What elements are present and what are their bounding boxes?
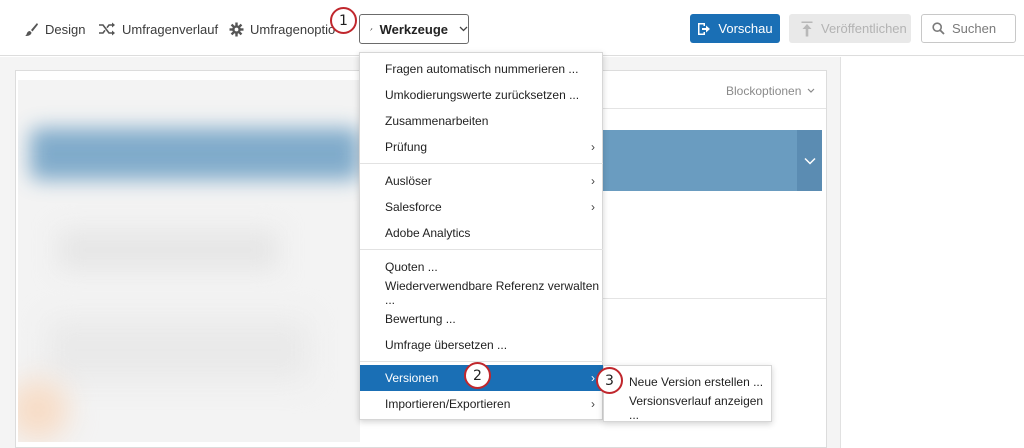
preview-icon	[698, 22, 711, 35]
publish-label: Veröffentlichen	[821, 21, 907, 36]
menu-item-quotas[interactable]: Quoten ...	[360, 254, 603, 280]
chevron-right-icon: ›	[591, 140, 595, 154]
menu-item-collaborate[interactable]: Zusammenarbeiten	[360, 108, 603, 134]
callout-marker-2: 2	[464, 362, 491, 389]
menu-item-salesforce[interactable]: Salesforce ›	[360, 194, 603, 220]
menu-divider	[360, 249, 603, 250]
nav-survey-flow[interactable]: Umfragenverlauf	[98, 20, 218, 38]
question-block-bar[interactable]	[600, 130, 822, 191]
menu-item-scoring[interactable]: Bewertung ...	[360, 306, 603, 332]
menu-item-triggers[interactable]: Auslöser ›	[360, 168, 603, 194]
nav-design-label: Design	[45, 21, 86, 37]
submenu-item-create-version[interactable]: Neue Version erstellen ...	[604, 369, 772, 395]
block-options-button[interactable]: Blockoptionen	[726, 84, 815, 98]
right-panel	[840, 57, 1024, 448]
block-options-label: Blockoptionen	[726, 84, 802, 98]
nav-design[interactable]: Design	[24, 20, 85, 38]
menu-item-import-export[interactable]: Importieren/Exportieren ›	[360, 391, 603, 417]
chevron-right-icon: ›	[591, 200, 595, 214]
nav-survey-options[interactable]: Umfragenoptio	[229, 20, 335, 38]
chevron-down-icon	[807, 88, 815, 93]
callout-marker-1: 1	[330, 7, 357, 34]
paintbrush-icon	[25, 22, 38, 36]
submenu-item-version-history[interactable]: Versionsverlauf anzeigen ...	[604, 394, 772, 422]
callout-marker-3: 3	[596, 367, 623, 394]
menu-item-reset-recode[interactable]: Umkodierungswerte zurücksetzen ...	[360, 82, 603, 108]
tools-menu-label: Werkzeuge	[379, 21, 448, 37]
menu-divider	[360, 163, 603, 164]
tools-menu-button[interactable]: Werkzeuge	[359, 14, 469, 44]
versions-submenu: Neue Version erstellen ... Versionsverla…	[603, 365, 772, 422]
block-expand-toggle[interactable]	[797, 130, 822, 191]
nav-survey-flow-label: Umfragenverlauf	[122, 21, 219, 37]
chevron-right-icon: ›	[591, 371, 595, 385]
menu-item-check[interactable]: Prüfung ›	[360, 134, 603, 160]
preview-label: Vorschau	[718, 21, 773, 36]
nav-survey-options-label: Umfragenoptio	[250, 21, 336, 37]
publish-icon	[801, 21, 813, 36]
menu-item-auto-number[interactable]: Fragen automatisch nummerieren ...	[360, 56, 603, 82]
menu-item-adobe-analytics[interactable]: Adobe Analytics	[360, 220, 603, 246]
card-divider	[600, 108, 826, 109]
chevron-down-icon	[803, 157, 816, 165]
chevron-right-icon: ›	[591, 397, 595, 411]
top-toolbar: Design Umfragenverlauf Umfragenoptio Wer…	[0, 0, 1024, 56]
search-placeholder: Suchen	[952, 21, 997, 36]
menu-item-translate[interactable]: Umfrage übersetzen ...	[360, 332, 603, 358]
gear-icon	[229, 22, 244, 36]
search-input[interactable]: Suchen	[921, 14, 1016, 43]
wrench-icon	[370, 27, 373, 31]
publish-button[interactable]: Veröffentlichen	[789, 14, 911, 43]
search-icon	[932, 22, 945, 35]
card-divider	[600, 298, 826, 299]
chevron-down-icon	[459, 23, 468, 35]
preview-button[interactable]: Vorschau	[690, 14, 780, 43]
menu-item-reusable-reference[interactable]: Wiederverwendbare Referenz verwalten ...	[360, 279, 603, 307]
flow-icon	[99, 22, 115, 36]
chevron-right-icon: ›	[591, 174, 595, 188]
blurred-question-area	[18, 80, 360, 442]
